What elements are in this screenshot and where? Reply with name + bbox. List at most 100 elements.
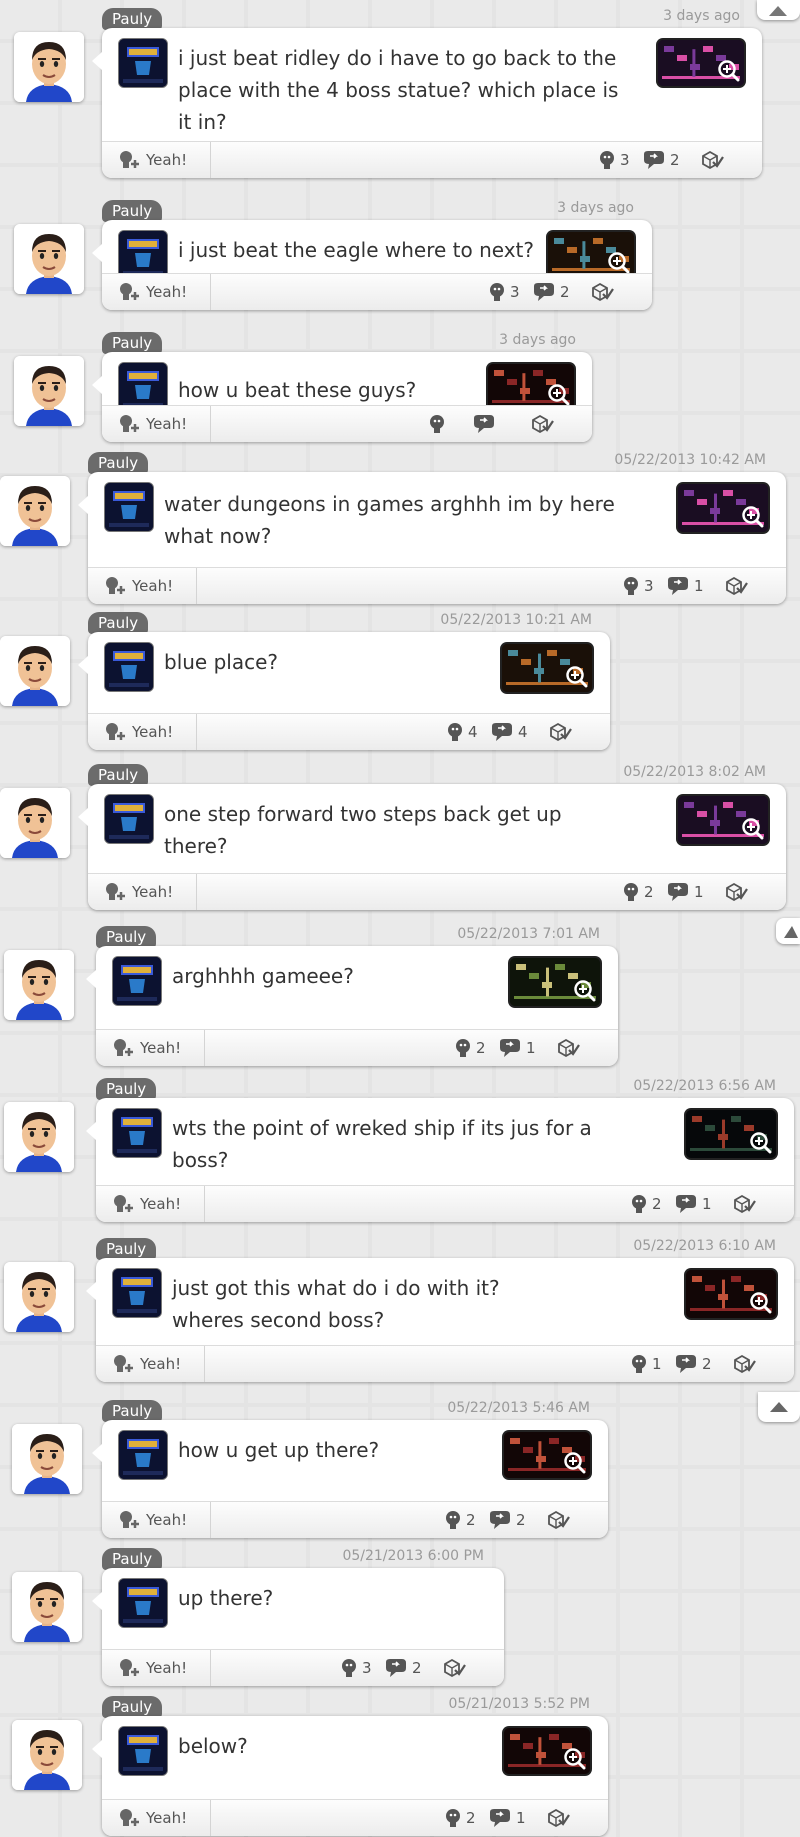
scroll-up-button[interactable] (758, 1392, 800, 1422)
yeah-button[interactable]: Yeah! (88, 568, 197, 604)
post-card[interactable]: blue place? Yeah! 4 4 (78, 632, 610, 750)
zoom-plus-icon[interactable] (608, 252, 630, 274)
post-card[interactable]: below? Yeah! 2 1 (92, 1716, 608, 1836)
game-icon[interactable] (118, 1578, 168, 1628)
game-icon[interactable] (104, 482, 154, 532)
username-tab[interactable]: Pauly (88, 452, 149, 474)
post[interactable]: Pauly 05/22/2013 10:21 AM blue place? Yeah!… (0, 612, 800, 750)
avatar[interactable] (12, 1572, 82, 1642)
screenshot-thumbnail[interactable] (686, 1110, 776, 1158)
screenshot-thumbnail[interactable] (548, 232, 634, 278)
yeah-button[interactable]: Yeah! (102, 1502, 211, 1538)
post-text: wts the point of wreked ship if its jus … (172, 1116, 592, 1172)
post[interactable]: Pauly 3 days ago i just beat the eagle whe… (0, 192, 800, 310)
yeah-button[interactable]: Yeah! (88, 874, 197, 910)
scroll-up-button[interactable] (776, 918, 800, 944)
comment-count: 1 (498, 1030, 544, 1066)
screenshot-thumbnail[interactable] (678, 484, 768, 532)
comment-count: 2 (642, 142, 688, 178)
username-tab[interactable]: Pauly (96, 1238, 157, 1260)
post-card[interactable]: i just beat ridley do i have to go back … (92, 28, 762, 178)
avatar[interactable] (4, 950, 74, 1020)
post-card[interactable]: i just beat the eagle where to next? Yeah… (92, 220, 652, 310)
post[interactable]: Pauly 05/21/2013 5:52 PM below? Yeah! 2 1 (0, 1696, 800, 1836)
post[interactable]: Pauly 05/22/2013 6:56 AM wts the point of … (0, 1078, 800, 1222)
post[interactable]: Pauly 05/22/2013 8:02 AM one step forward … (0, 764, 800, 910)
screenshot-thumbnail[interactable] (488, 364, 574, 410)
zoom-plus-icon[interactable] (574, 980, 596, 1002)
zoom-plus-icon[interactable] (742, 818, 764, 840)
post[interactable]: Pauly 3 days ago i just beat ridley do i h… (0, 0, 800, 178)
avatar[interactable] (14, 224, 84, 294)
post-card[interactable]: one step forward two steps back get up t… (78, 784, 786, 910)
yeah-button[interactable]: Yeah! (96, 1030, 205, 1066)
post-card[interactable]: how u get up there? Yeah! 2 2 (92, 1420, 608, 1538)
post-card[interactable]: just got this what do i do with it? wher… (86, 1258, 794, 1382)
avatar[interactable] (14, 32, 84, 102)
game-icon[interactable] (112, 956, 162, 1006)
zoom-plus-icon[interactable] (548, 384, 570, 406)
post-card[interactable]: arghhhh gameee? Yeah! 2 1 (86, 946, 618, 1066)
zoom-plus-icon[interactable] (750, 1292, 772, 1314)
post-text: how u get up there? (178, 1438, 380, 1462)
screenshot-thumbnail[interactable] (686, 1270, 776, 1318)
game-icon[interactable] (104, 642, 154, 692)
post-card[interactable]: water dungeons in games arghhh im by her… (78, 472, 786, 604)
username-tab[interactable]: Pauly (102, 1696, 163, 1718)
avatar[interactable] (0, 476, 70, 546)
game-icon[interactable] (104, 794, 154, 844)
avatar[interactable] (0, 788, 70, 858)
screenshot-thumbnail[interactable] (658, 40, 744, 86)
username-tab[interactable]: Pauly (102, 332, 163, 354)
game-icon[interactable] (112, 1108, 162, 1158)
zoom-plus-icon[interactable] (566, 666, 588, 688)
post[interactable]: Pauly 05/21/2013 6:00 PM up there? Yeah! 3 2 (0, 1548, 800, 1686)
username-tab[interactable]: Pauly (88, 612, 149, 634)
avatar[interactable] (12, 1424, 82, 1494)
game-icon[interactable] (118, 1430, 168, 1480)
avatar[interactable] (14, 356, 84, 426)
screenshot-thumbnail[interactable] (504, 1432, 590, 1478)
game-icon[interactable] (118, 1726, 168, 1776)
zoom-plus-icon[interactable] (564, 1748, 586, 1770)
zoom-plus-icon[interactable] (718, 60, 740, 82)
username-tab[interactable]: Pauly (102, 200, 163, 222)
played-check-icon (550, 722, 572, 742)
yeah-button[interactable]: Yeah! (102, 406, 211, 442)
zoom-plus-icon[interactable] (564, 1452, 586, 1474)
yeah-button[interactable]: Yeah! (102, 142, 211, 178)
yeah-button[interactable]: Yeah! (102, 1650, 211, 1686)
game-icon[interactable] (118, 38, 168, 88)
username-tab[interactable]: Pauly (96, 926, 157, 948)
post-card[interactable]: wts the point of wreked ship if its jus … (86, 1098, 794, 1222)
screenshot-thumbnail[interactable] (678, 796, 768, 844)
avatar[interactable] (4, 1262, 74, 1332)
post[interactable]: Pauly 05/22/2013 10:42 AM water dungeons i… (0, 452, 800, 604)
post[interactable]: Pauly 05/22/2013 6:10 AM just got this wha… (0, 1238, 800, 1382)
game-icon[interactable] (112, 1268, 162, 1318)
zoom-plus-icon[interactable] (742, 506, 764, 528)
yeah-button[interactable]: Yeah! (102, 1800, 211, 1836)
post[interactable]: Pauly 05/22/2013 5:46 AM how u get up ther… (0, 1400, 800, 1538)
username-tab[interactable]: Pauly (88, 764, 149, 786)
screenshot-thumbnail[interactable] (502, 644, 592, 692)
post[interactable]: Pauly 3 days ago how u beat these guys? Yea… (0, 332, 800, 442)
yeah-button[interactable]: Yeah! (88, 714, 197, 750)
post[interactable]: Pauly 05/22/2013 7:01 AM arghhhh gameee? Ye… (0, 926, 800, 1066)
yeah-button[interactable]: Yeah! (96, 1186, 205, 1222)
username-tab[interactable]: Pauly (102, 1400, 163, 1422)
username-tab[interactable]: Pauly (102, 1548, 163, 1570)
avatar[interactable] (0, 636, 70, 706)
screenshot-thumbnail[interactable] (504, 1728, 590, 1774)
avatar[interactable] (12, 1720, 82, 1790)
post-card[interactable]: how u beat these guys? Yeah! (92, 352, 592, 442)
yeah-button[interactable]: Yeah! (96, 1346, 205, 1382)
screenshot-thumbnail[interactable] (510, 958, 600, 1006)
username-tab[interactable]: Pauly (96, 1078, 157, 1100)
post-card[interactable]: up there? Yeah! 3 2 (92, 1568, 504, 1686)
scroll-up-button[interactable] (757, 0, 800, 20)
avatar[interactable] (4, 1102, 74, 1172)
username-tab[interactable]: Pauly (102, 8, 163, 30)
zoom-plus-icon[interactable] (750, 1132, 772, 1154)
yeah-button[interactable]: Yeah! (102, 274, 211, 310)
